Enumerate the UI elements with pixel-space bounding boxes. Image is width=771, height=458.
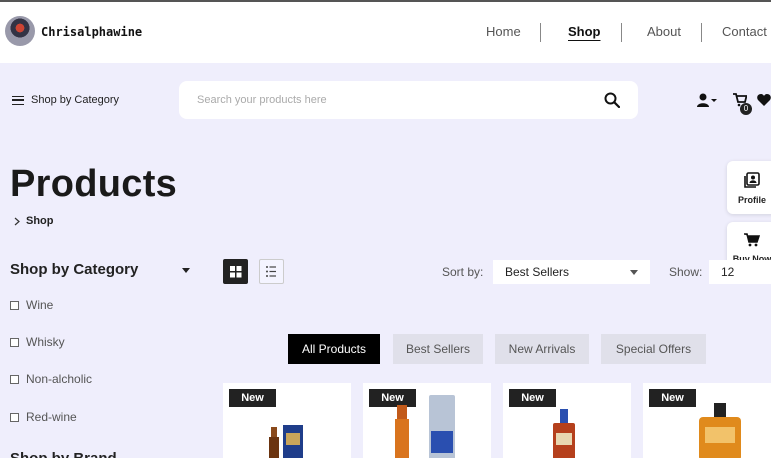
page-title: Products xyxy=(10,163,178,205)
product-card[interactable]: New xyxy=(643,383,771,458)
search-icon[interactable] xyxy=(604,92,620,108)
user-icon[interactable] xyxy=(697,93,719,107)
show-value: 12 xyxy=(721,265,735,279)
caret-down-icon xyxy=(630,270,638,275)
profile-button[interactable]: Profile xyxy=(727,161,771,214)
nav-divider xyxy=(621,23,622,42)
navbar: Chrisalphawine Home Shop About Contact xyxy=(0,2,771,63)
category-red-wine[interactable]: Red-wine xyxy=(10,410,77,424)
product-card[interactable]: New xyxy=(363,383,491,458)
category-heading: Shop by Category xyxy=(10,261,139,278)
shop-by-category-label: Shop by Category xyxy=(31,94,120,106)
grid-view-button[interactable] xyxy=(223,259,248,284)
category-non-alcholic[interactable]: Non-alcholic xyxy=(10,372,92,386)
brand-logo[interactable] xyxy=(5,16,35,46)
new-badge: New xyxy=(509,389,556,407)
category-label: Whisky xyxy=(26,335,65,349)
cart-count-badge: 0 xyxy=(740,103,752,115)
category-label: Wine xyxy=(26,298,54,312)
nav-divider xyxy=(701,23,702,42)
show-select[interactable]: 12 xyxy=(709,260,771,284)
brand-heading: Shop by Brand xyxy=(10,450,117,458)
product-card[interactable]: New xyxy=(223,383,351,458)
breadcrumb-shop[interactable]: Shop xyxy=(26,215,54,227)
heart-icon[interactable] xyxy=(757,94,771,106)
list-view-button[interactable] xyxy=(259,259,284,284)
nav-divider xyxy=(540,23,541,42)
category-label: Non-alcholic xyxy=(26,372,93,386)
category-wine[interactable]: Wine xyxy=(10,298,53,312)
nav-about[interactable]: About xyxy=(647,24,681,39)
checkbox[interactable] xyxy=(10,337,19,347)
cart-icon xyxy=(744,233,761,247)
new-badge: New xyxy=(649,389,696,407)
show-label: Show: xyxy=(669,265,703,279)
grid-icon xyxy=(230,266,242,278)
product-image xyxy=(395,395,455,458)
breadcrumb: Shop xyxy=(14,215,54,227)
product-image xyxy=(269,425,303,458)
new-badge: New xyxy=(229,389,276,407)
tab-all-products[interactable]: All Products xyxy=(288,334,380,364)
checkbox[interactable] xyxy=(10,412,19,422)
profile-icon xyxy=(744,172,760,188)
tab-new-arrivals[interactable]: New Arrivals xyxy=(495,334,589,364)
tab-special-offers[interactable]: Special Offers xyxy=(601,334,706,364)
sort-value: Best Sellers xyxy=(505,265,570,279)
sort-label: Sort by: xyxy=(442,265,484,279)
sort-select[interactable]: Best Sellers xyxy=(493,260,650,284)
checkbox[interactable] xyxy=(10,374,19,384)
list-icon xyxy=(266,266,276,277)
nav-shop[interactable]: Shop xyxy=(568,24,601,39)
nav-contact[interactable]: Contact xyxy=(722,24,767,39)
product-image xyxy=(553,409,575,458)
category-label: Red-wine xyxy=(26,410,77,424)
nav-home[interactable]: Home xyxy=(486,24,521,39)
search-input[interactable] xyxy=(179,81,599,119)
profile-label: Profile xyxy=(737,195,766,205)
search-bar xyxy=(179,81,638,119)
shop-by-category-button[interactable]: Shop by Category xyxy=(12,94,119,106)
chevron-right-icon xyxy=(14,217,20,225)
menu-icon xyxy=(12,95,24,105)
product-image xyxy=(699,403,741,458)
category-whisky[interactable]: Whisky xyxy=(10,335,65,349)
brand-name[interactable]: Chrisalphawine xyxy=(41,25,142,39)
checkbox[interactable] xyxy=(10,300,19,310)
tab-best-sellers[interactable]: Best Sellers xyxy=(393,334,483,364)
product-card[interactable]: New xyxy=(503,383,631,458)
caret-down-icon[interactable] xyxy=(182,268,190,273)
